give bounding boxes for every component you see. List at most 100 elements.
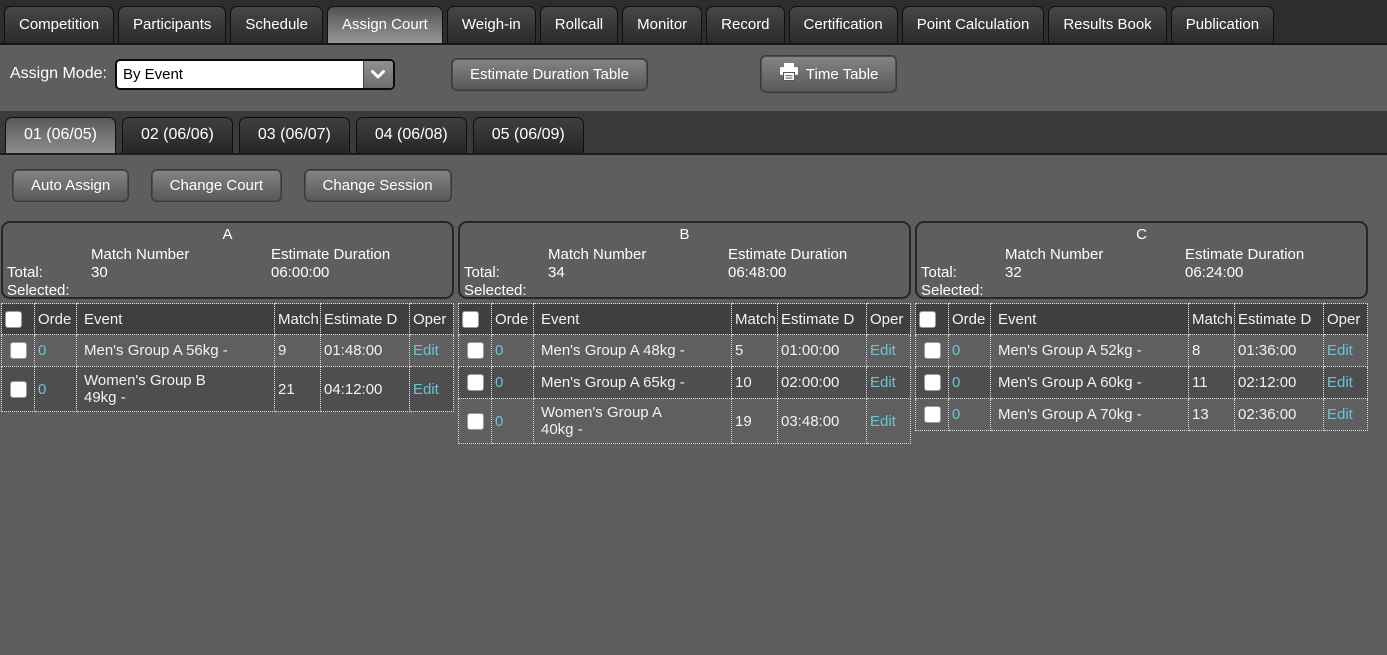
- table-row: 0 Men's Group A 70kg - 13 02:36:00 Edit: [916, 399, 1368, 431]
- match-count: 19: [732, 399, 778, 444]
- date-tab-5[interactable]: 05 (06/09): [473, 117, 584, 153]
- chevron-down-icon[interactable]: [363, 61, 393, 88]
- order-value: 0: [35, 335, 77, 367]
- match-count: 9: [275, 335, 321, 367]
- estimate-duration: 02:00:00: [778, 367, 867, 399]
- court-panel-b: B Total: Selected: Match Number 34 Estim…: [457, 221, 914, 444]
- court-actions: Auto Assign Change Court Change Session: [0, 155, 1387, 202]
- row-checkbox[interactable]: [924, 406, 941, 423]
- total-label: Total:: [921, 264, 957, 281]
- column-header-oper: Oper: [1324, 304, 1368, 335]
- estimate-duration-table-button[interactable]: Estimate Duration Table: [451, 58, 648, 91]
- court-c-summary: C Total: Selected: Match Number 32 Estim…: [915, 221, 1368, 299]
- row-checkbox[interactable]: [467, 342, 484, 359]
- event-name: Men's Group A 52kg -: [991, 335, 1189, 367]
- session-date-tabs: 01 (06/05) 02 (06/06) 03 (06/07) 04 (06/…: [0, 111, 1387, 155]
- event-name: Women's Group B 49kg -: [77, 367, 275, 412]
- nav-tab-participants[interactable]: Participants: [118, 6, 226, 43]
- row-checkbox[interactable]: [924, 374, 941, 391]
- edit-link[interactable]: Edit: [870, 413, 896, 430]
- date-tab-2[interactable]: 02 (06/06): [122, 117, 233, 153]
- order-value: 0: [949, 367, 991, 399]
- select-all-checkbox[interactable]: [919, 311, 936, 328]
- match-count: 8: [1189, 335, 1235, 367]
- edit-link[interactable]: Edit: [1327, 406, 1353, 423]
- edit-link[interactable]: Edit: [1327, 342, 1353, 359]
- edit-link[interactable]: Edit: [413, 342, 439, 359]
- edit-link[interactable]: Edit: [413, 381, 439, 398]
- order-value: 0: [492, 367, 534, 399]
- court-name: B: [460, 226, 909, 243]
- assign-mode-select[interactable]: By Event: [115, 59, 395, 90]
- date-tab-1[interactable]: 01 (06/05): [5, 117, 116, 153]
- court-panel-c: C Total: Selected: Match Number 32 Estim…: [914, 221, 1371, 444]
- table-row: 0 Women's Group B 49kg - 21 04:12:00 Edi…: [2, 367, 454, 412]
- event-name: Men's Group A 70kg -: [991, 399, 1189, 431]
- date-tab-4[interactable]: 04 (06/08): [356, 117, 467, 153]
- select-all-checkbox[interactable]: [462, 311, 479, 328]
- nav-tab-rollcall[interactable]: Rollcall: [540, 6, 618, 43]
- estimate-duration: 03:48:00: [778, 399, 867, 444]
- assign-mode-value: By Event: [117, 61, 363, 88]
- column-header-order: Orde: [492, 304, 534, 335]
- table-row: 0 Men's Group A 52kg - 8 01:36:00 Edit: [916, 335, 1368, 367]
- date-tab-3[interactable]: 03 (06/07): [239, 117, 350, 153]
- select-all-checkbox[interactable]: [5, 311, 22, 328]
- row-checkbox[interactable]: [10, 342, 27, 359]
- edit-link[interactable]: Edit: [870, 342, 896, 359]
- nav-tab-record[interactable]: Record: [706, 6, 784, 43]
- table-row: 0 Men's Group A 48kg - 5 01:00:00 Edit: [459, 335, 911, 367]
- nav-tab-certification[interactable]: Certification: [789, 6, 898, 43]
- event-name: Men's Group A 65kg -: [534, 367, 732, 399]
- table-row: 0 Women's Group A 40kg - 19 03:48:00 Edi…: [459, 399, 911, 444]
- match-number-total: 32: [1005, 264, 1022, 281]
- total-label: Total:: [464, 264, 500, 281]
- event-name: Men's Group A 60kg -: [991, 367, 1189, 399]
- change-court-button[interactable]: Change Court: [151, 169, 282, 202]
- nav-tab-monitor[interactable]: Monitor: [622, 6, 702, 43]
- auto-assign-button[interactable]: Auto Assign: [12, 169, 129, 202]
- order-value: 0: [949, 399, 991, 431]
- time-table-button[interactable]: Time Table: [760, 55, 898, 93]
- order-value: 0: [949, 335, 991, 367]
- printer-icon: [779, 63, 799, 85]
- column-header-estimate: Estimate D: [321, 304, 410, 335]
- nav-tab-schedule[interactable]: Schedule: [230, 6, 323, 43]
- court-a-table: Orde Event Match Estimate D Oper 0 Men's…: [1, 303, 454, 412]
- court-b-table: Orde Event Match Estimate D Oper 0 Men's…: [458, 303, 911, 444]
- nav-tab-results-book[interactable]: Results Book: [1048, 6, 1166, 43]
- match-number-label: Match Number: [1005, 246, 1103, 263]
- main-nav: Competition Participants Schedule Assign…: [0, 0, 1387, 45]
- column-header-order: Orde: [35, 304, 77, 335]
- match-count: 5: [732, 335, 778, 367]
- event-name: Men's Group A 48kg -: [534, 335, 732, 367]
- courts-container: A Total: Selected: Match Number 30 Estim…: [0, 221, 1387, 444]
- order-value: 0: [492, 335, 534, 367]
- row-checkbox[interactable]: [924, 342, 941, 359]
- column-header-event: Event: [991, 304, 1189, 335]
- edit-link[interactable]: Edit: [1327, 374, 1353, 391]
- order-value: 0: [492, 399, 534, 444]
- row-checkbox[interactable]: [467, 413, 484, 430]
- assign-mode-label: Assign Mode:: [10, 65, 107, 83]
- change-session-button[interactable]: Change Session: [304, 169, 452, 202]
- nav-tab-weigh-in[interactable]: Weigh-in: [447, 6, 536, 43]
- court-a-summary: A Total: Selected: Match Number 30 Estim…: [1, 221, 454, 299]
- estimate-duration: 01:36:00: [1235, 335, 1324, 367]
- match-count: 11: [1189, 367, 1235, 399]
- estimate-duration: 01:00:00: [778, 335, 867, 367]
- edit-link[interactable]: Edit: [870, 374, 896, 391]
- nav-tab-publication[interactable]: Publication: [1171, 6, 1274, 43]
- row-checkbox[interactable]: [10, 381, 27, 398]
- column-header-event: Event: [534, 304, 732, 335]
- nav-tab-competition[interactable]: Competition: [4, 6, 114, 43]
- selected-label: Selected:: [7, 282, 70, 299]
- selected-label: Selected:: [464, 282, 527, 299]
- row-checkbox[interactable]: [467, 374, 484, 391]
- nav-tab-assign-court[interactable]: Assign Court: [327, 6, 443, 43]
- estimate-duration-label: Estimate Duration: [271, 246, 390, 263]
- court-name: C: [917, 226, 1366, 243]
- nav-tab-point-calculation[interactable]: Point Calculation: [902, 6, 1045, 43]
- court-c-table: Orde Event Match Estimate D Oper 0 Men's…: [915, 303, 1368, 431]
- match-count: 13: [1189, 399, 1235, 431]
